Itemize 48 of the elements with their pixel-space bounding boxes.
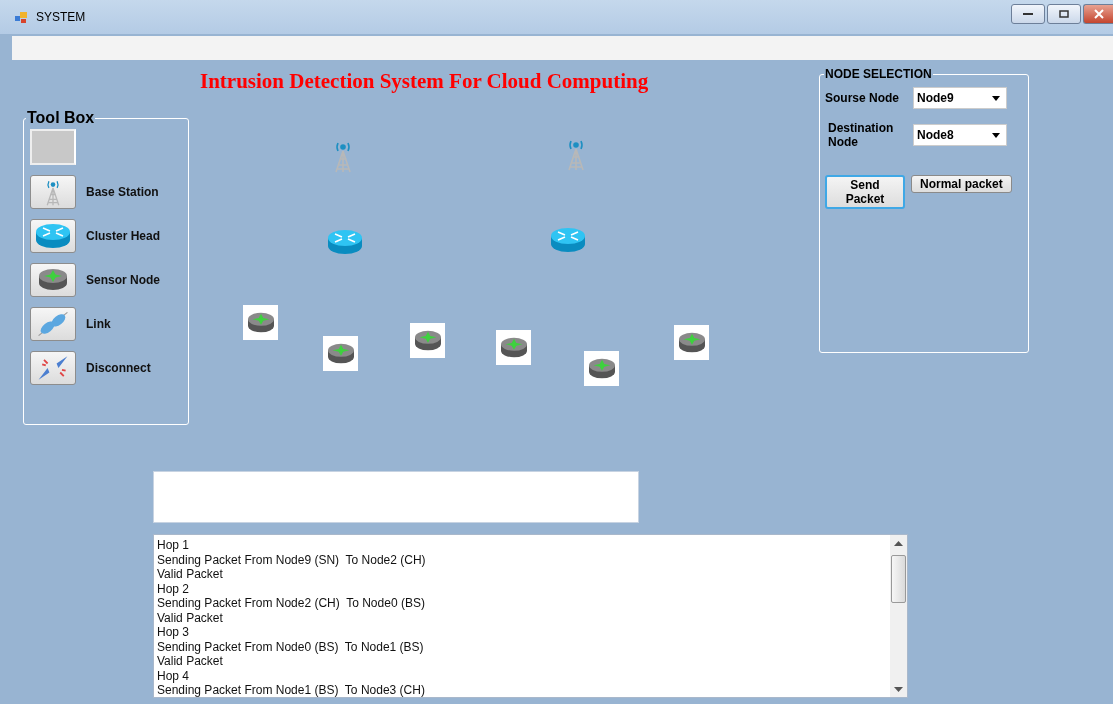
tool-button[interactable] [30, 263, 76, 297]
scroll-down-arrow-icon[interactable] [894, 687, 903, 693]
tool-label: Base Station [86, 185, 159, 199]
field-label: Sourse Node [825, 91, 900, 105]
tool-button[interactable] [30, 219, 76, 253]
log-line: Valid Packet [157, 610, 224, 625]
log-line: Valid Packet [157, 567, 224, 582]
tool-label: Sensor Node [86, 273, 160, 287]
router-icon [550, 226, 586, 254]
log-line: Sending Packet From Node0 (BS) To Node1 (BS) [157, 639, 425, 654]
log-line: Valid Packet [157, 654, 224, 669]
log-line: Hop 2 [157, 581, 191, 596]
tool-button[interactable] [30, 175, 76, 209]
close-button[interactable] [1083, 4, 1113, 24]
link-icon [35, 310, 71, 338]
log-line: Hop 3 [157, 625, 191, 640]
app-heading: Intrusion Detection System For Cloud Computing [200, 69, 649, 94]
tool-label: Cluster Head [86, 229, 161, 243]
panel-title: NODE SELECTION [824, 67, 933, 81]
action-button[interactable]: Send Packet [825, 175, 905, 209]
input-field[interactable] [153, 471, 639, 523]
tool-label: Disconnect [86, 361, 151, 375]
maximize-button[interactable] [1047, 4, 1081, 24]
close-icon [1092, 9, 1105, 19]
log-line: Hop 4 [157, 668, 191, 683]
caret-icon [992, 132, 1000, 138]
action-button[interactable]: Normal packet [911, 175, 1012, 193]
maximize-icon [1059, 10, 1069, 18]
tool-button[interactable] [30, 351, 76, 385]
panel-title: Tool Box [26, 109, 96, 127]
minimize-button[interactable] [1011, 4, 1045, 24]
source-dropdown[interactable]: Node9 [913, 87, 1007, 109]
tool-button[interactable] [30, 307, 76, 341]
app-icon [14, 10, 28, 24]
field-label: Destination Node [827, 121, 895, 149]
caret-icon [992, 95, 1000, 101]
destination-dropdown[interactable]: Node8 [913, 124, 1007, 146]
log-line: Sending Packet From Node2 (CH) To Node0 (BS) [157, 596, 426, 611]
log-line: Hop 1 [157, 538, 191, 553]
log-line: Sending Packet From Node9 (SN) To Node2 (CH) [157, 552, 427, 567]
scroll-up-arrow-icon[interactable] [894, 541, 903, 547]
router-icon [35, 222, 71, 250]
scrollbar[interactable] [890, 535, 907, 697]
tool-label: Link [86, 317, 111, 331]
log-line: Sending Packet From Node1 (BS) To Node3 (CH) [157, 683, 426, 697]
window-title: SYSTEM [36, 10, 86, 24]
minimize-icon [1023, 12, 1033, 16]
router-icon [327, 228, 363, 256]
